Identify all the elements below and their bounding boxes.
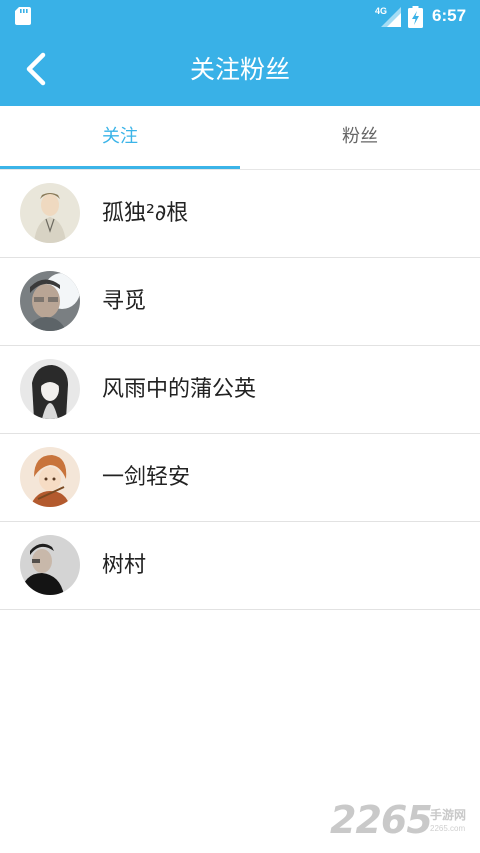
watermark-text: 手游网 [430,808,467,822]
watermark-number: 2265 [330,798,433,842]
tab-bar: 关注 粉丝 [0,106,480,170]
watermark-logo: 2265 手游网 2265.com [330,798,480,846]
user-name: 树村 [102,553,147,578]
list-item[interactable]: 寻觅 [0,258,480,346]
app-bar: 关注粉丝 [0,33,480,106]
user-name: 孤独²∂根 [102,201,189,226]
tab-following[interactable]: 关注 [0,106,240,168]
user-name: 风雨中的蒲公英 [102,377,257,402]
tab-fans[interactable]: 粉丝 [240,106,480,168]
list-item[interactable]: 一剑轻安 [0,434,480,522]
status-bar: 4G 6:57 [0,0,480,33]
avatar [20,535,80,595]
sd-card-icon [15,7,31,25]
signal-icon: 4G [375,6,401,27]
page-title: 关注粉丝 [189,55,290,84]
back-button[interactable] [14,47,58,91]
tab-indicator [0,166,240,169]
list-item[interactable]: 风雨中的蒲公英 [0,346,480,434]
avatar [20,183,80,243]
user-name: 一剑轻安 [102,465,191,490]
avatar [20,359,80,419]
list-item[interactable]: 孤独²∂根 [0,170,480,258]
list-item[interactable]: 树村 [0,522,480,610]
user-name: 寻觅 [102,289,147,314]
status-time: 6:57 [432,6,467,25]
battery-charging-icon [408,6,423,28]
user-list: 孤独²∂根 寻觅 风雨中的蒲公英 一剑轻安 树村 [0,170,480,610]
watermark-url: 2265.com [430,824,466,833]
svg-text:4G: 4G [375,6,387,16]
avatar [20,447,80,507]
avatar [20,271,80,331]
chevron-left-icon [26,52,46,86]
